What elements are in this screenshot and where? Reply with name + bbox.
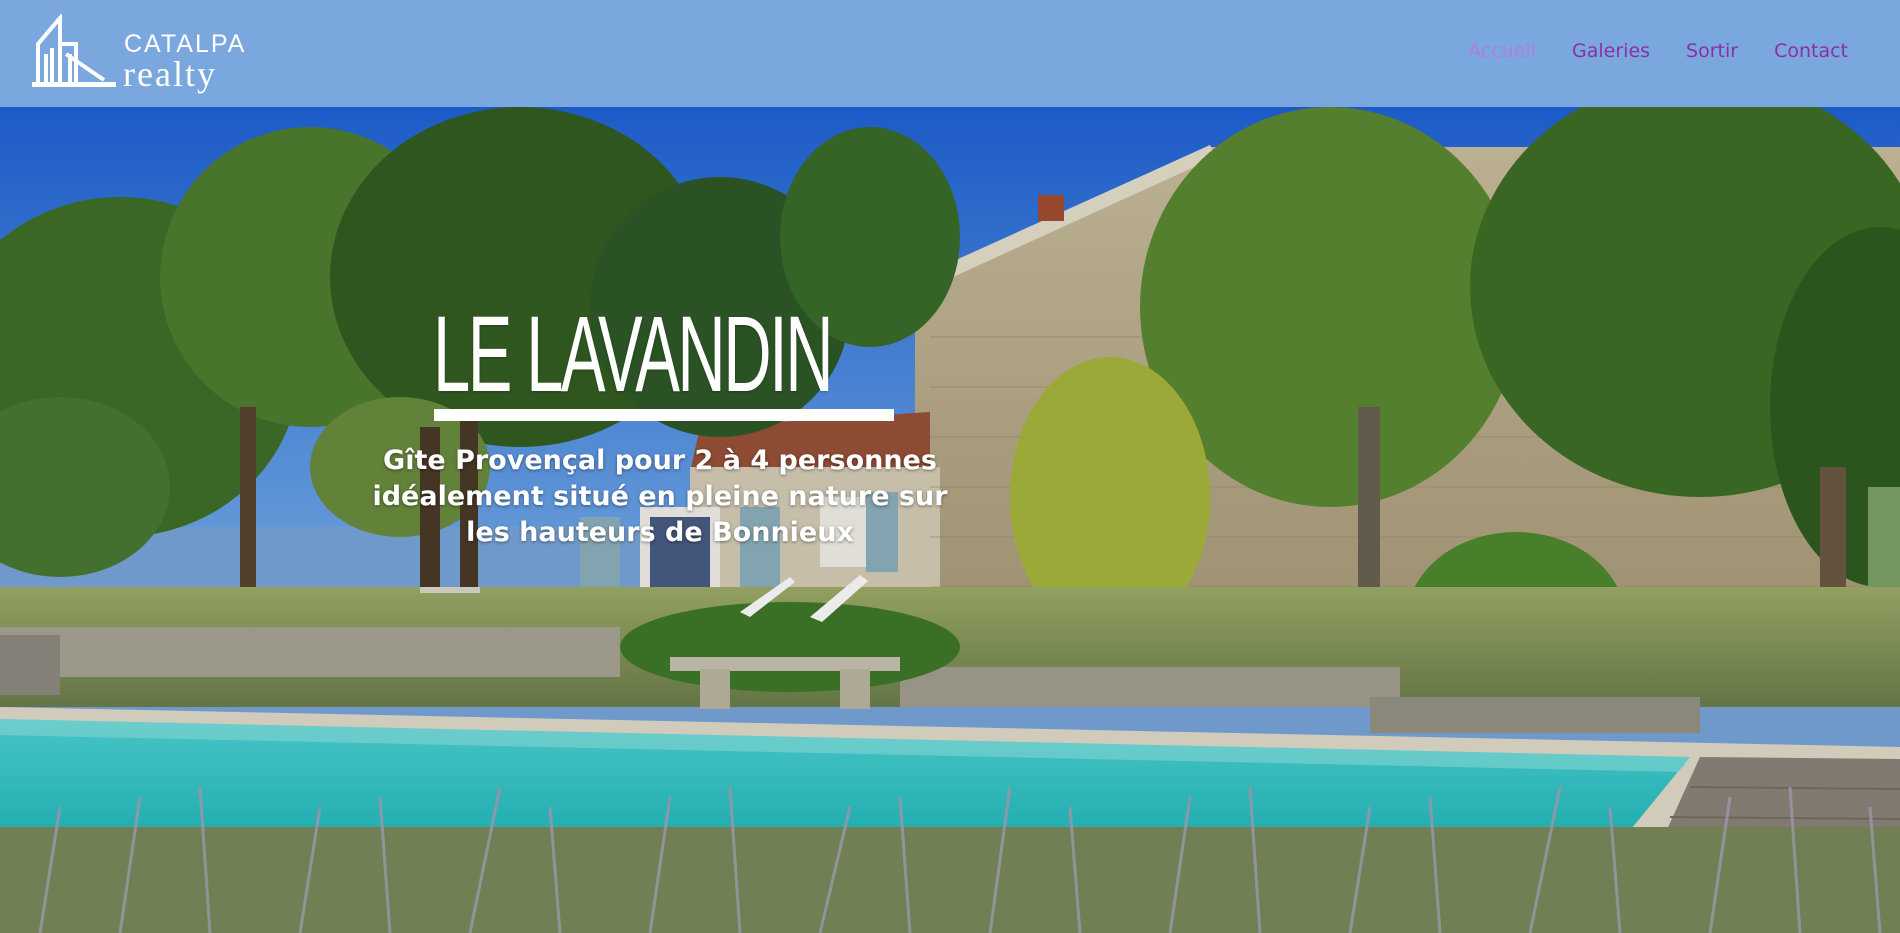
hero-background-photo (0, 107, 1900, 933)
hero-subtitle: Gîte Provençal pour 2 à 4 personnes idéa… (372, 445, 948, 548)
main-nav: Accueil Galeries Sortir Contact (1468, 40, 1848, 62)
hero-title: LE LAVANDIN (433, 293, 834, 414)
brand-name-bottom: realty (123, 54, 217, 94)
nav-link-sortir[interactable]: Sortir (1686, 40, 1738, 62)
building-outline-icon (32, 14, 116, 87)
nav-link-galeries[interactable]: Galeries (1572, 40, 1650, 62)
nav-link-accueil[interactable]: Accueil (1468, 40, 1536, 62)
site-header: CATALPA realty Accueil Galeries Sortir C… (0, 0, 1900, 107)
brand-logo[interactable]: CATALPA realty (32, 14, 244, 94)
hero-title-underline (434, 409, 894, 421)
nav-link-contact[interactable]: Contact (1774, 40, 1848, 62)
hero-section: LE LAVANDIN Gîte Provençal pour 2 à 4 pe… (0, 107, 1900, 933)
